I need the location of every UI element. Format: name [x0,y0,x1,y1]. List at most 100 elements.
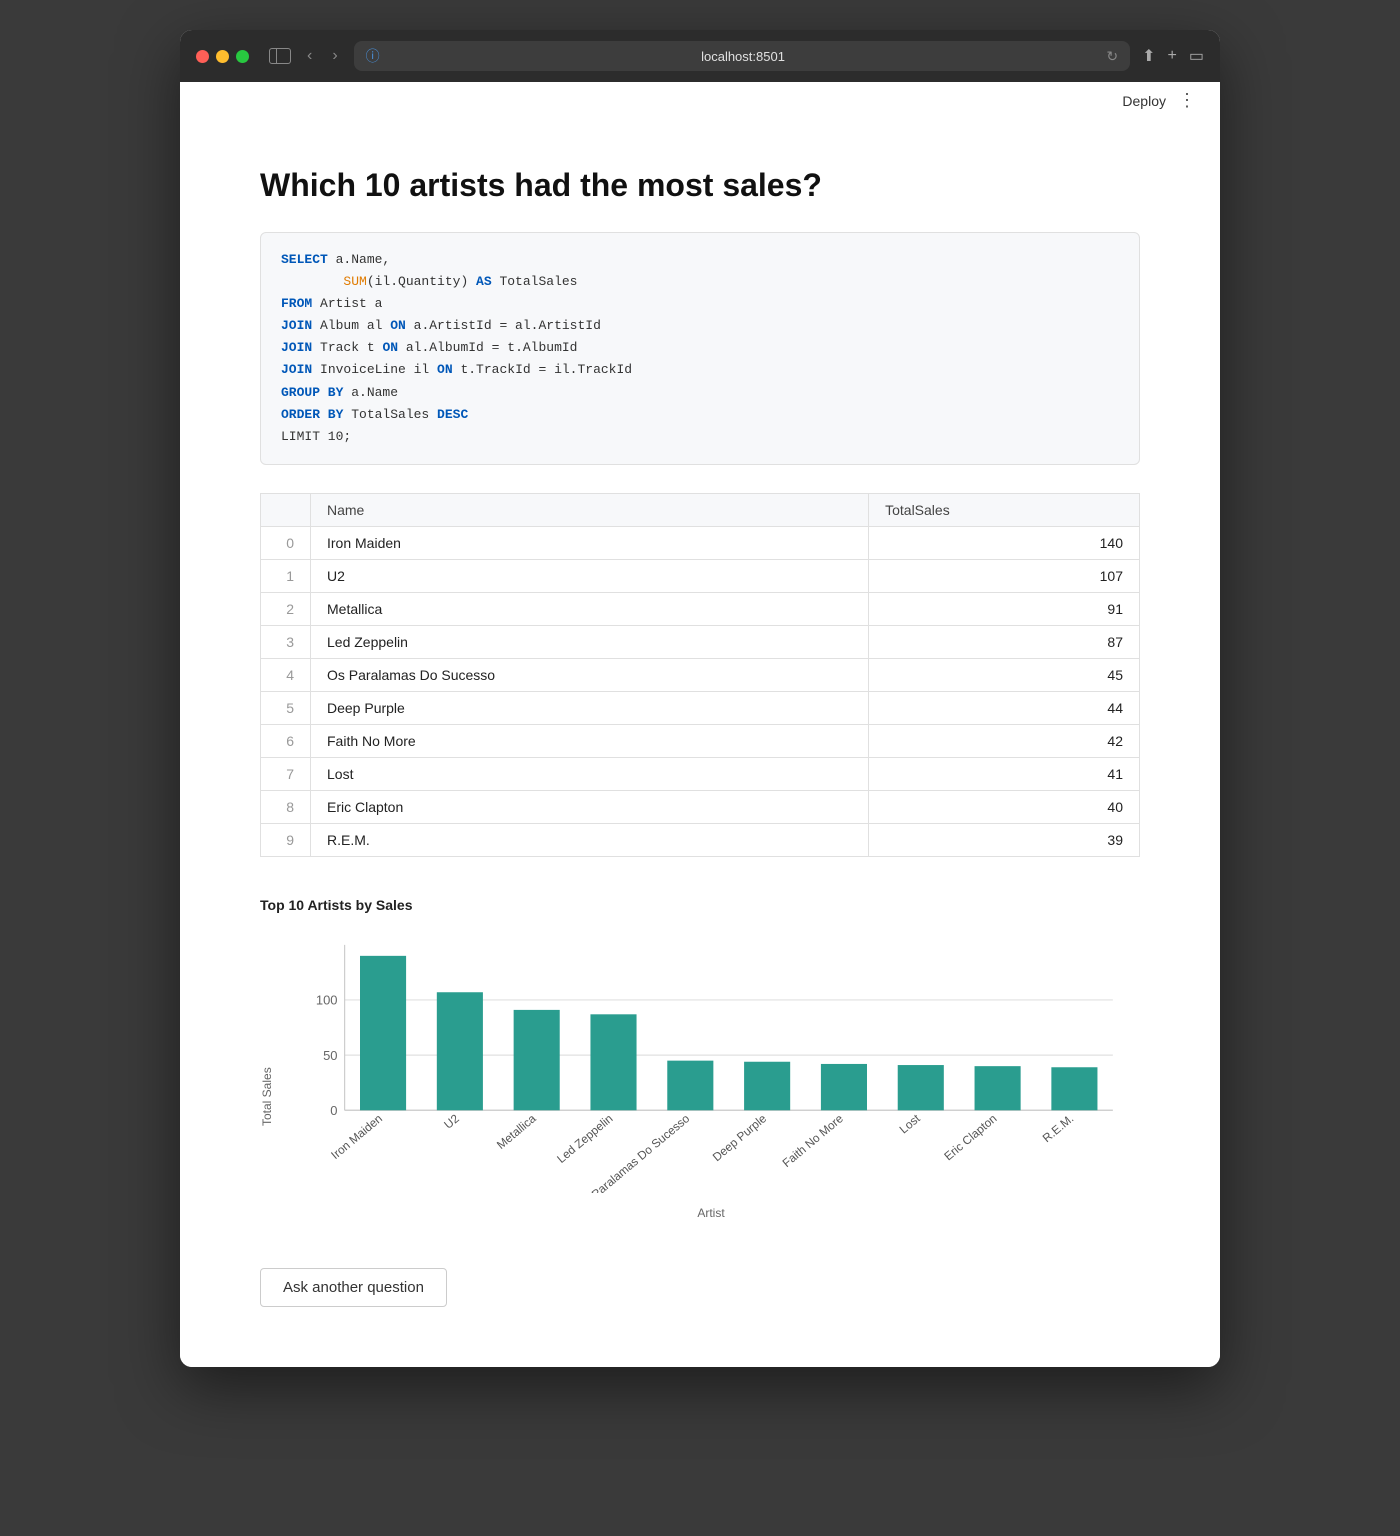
sql-line-1: SELECT a.Name, [281,249,1119,271]
table-cell-index: 4 [261,658,311,691]
bar [590,1014,636,1110]
chart-area: 050100Iron MaidenU2MetallicaLed Zeppelin… [282,933,1140,1220]
table-row: 5 Deep Purple 44 [261,691,1140,724]
svg-text:Led Zeppelin: Led Zeppelin [554,1111,615,1166]
chart-wrapper: Total Sales 050100Iron MaidenU2Metallica… [260,933,1140,1220]
address-bar[interactable]: ⓘ localhost:8501 ↻ [354,41,1130,71]
table-cell-name: Metallica [311,592,869,625]
traffic-lights [196,50,249,63]
table-cell-index: 7 [261,757,311,790]
share-button[interactable]: ⬆ [1142,46,1155,66]
close-button[interactable] [196,50,209,63]
bar [821,1064,867,1110]
table-row: 7 Lost 41 [261,757,1140,790]
bar [1051,1067,1097,1110]
table-col-name: Name [311,493,869,526]
y-axis-label: Total Sales [260,933,274,1220]
table-cell-sales: 39 [869,823,1140,856]
table-col-sales: TotalSales [869,493,1140,526]
sql-line-4: JOIN Album al ON a.ArtistId = al.ArtistI… [281,315,1119,337]
svg-text:50: 50 [323,1048,337,1063]
table-cell-name: Lost [311,757,869,790]
bar [667,1060,713,1110]
table-row: 9 R.E.M. 39 [261,823,1140,856]
table-row: 0 Iron Maiden 140 [261,526,1140,559]
bar [898,1065,944,1110]
table-cell-sales: 41 [869,757,1140,790]
ask-another-button[interactable]: Ask another question [260,1268,447,1307]
table-cell-index: 0 [261,526,311,559]
browser-window: ‹ › ⓘ localhost:8501 ↻ ⬆ + ▭ Deploy ⋮ Wh… [180,30,1220,1367]
bar [514,1010,560,1110]
svg-text:100: 100 [316,993,338,1008]
table-cell-sales: 45 [869,658,1140,691]
table-cell-name: Os Paralamas Do Sucesso [311,658,869,691]
deploy-button[interactable]: Deploy [1122,93,1166,109]
table-row: 4 Os Paralamas Do Sucesso 45 [261,658,1140,691]
table-cell-name: Eric Clapton [311,790,869,823]
svg-text:Metallica: Metallica [494,1111,539,1152]
svg-text:Deep Purple: Deep Purple [710,1111,770,1164]
table-cell-index: 9 [261,823,311,856]
security-icon: ⓘ [366,46,380,66]
svg-text:Lost: Lost [897,1111,924,1137]
browser-actions: ⬆ + ▭ [1142,46,1204,66]
sql-line-9: LIMIT 10; [281,426,1119,448]
svg-text:Iron Maiden: Iron Maiden [328,1111,385,1162]
table-row: 1 U2 107 [261,559,1140,592]
svg-text:0: 0 [330,1103,337,1118]
more-options-button[interactable]: ⋮ [1178,90,1196,111]
sql-line-3: FROM Artist a [281,293,1119,315]
tabs-button[interactable]: ▭ [1189,46,1204,66]
table-cell-name: Iron Maiden [311,526,869,559]
bar-chart-svg: 050100Iron MaidenU2MetallicaLed Zeppelin… [282,933,1140,1193]
forward-button[interactable]: › [328,45,341,67]
table-cell-index: 8 [261,790,311,823]
table-row: 2 Metallica 91 [261,592,1140,625]
table-cell-name: Faith No More [311,724,869,757]
table-row: 8 Eric Clapton 40 [261,790,1140,823]
new-tab-button[interactable]: + [1168,47,1177,65]
sql-line-8: ORDER BY TotalSales DESC [281,404,1119,426]
reload-button[interactable]: ↻ [1106,48,1118,65]
table-row: 6 Faith No More 42 [261,724,1140,757]
table-cell-sales: 140 [869,526,1140,559]
table-row: 3 Led Zeppelin 87 [261,625,1140,658]
back-button[interactable]: ‹ [303,45,316,67]
url-text: localhost:8501 [388,49,1099,64]
svg-text:Faith No More: Faith No More [780,1111,847,1170]
maximize-button[interactable] [236,50,249,63]
svg-text:R.E.M.: R.E.M. [1040,1111,1077,1145]
table-cell-index: 3 [261,625,311,658]
sql-line-7: GROUP BY a.Name [281,382,1119,404]
sql-line-5: JOIN Track t ON al.AlbumId = t.AlbumId [281,337,1119,359]
table-cell-index: 2 [261,592,311,625]
table-cell-sales: 91 [869,592,1140,625]
x-axis-label: Artist [282,1206,1140,1220]
table-header-row: Name TotalSales [261,493,1140,526]
table-cell-name: Led Zeppelin [311,625,869,658]
sql-line-2: SUM(il.Quantity) AS TotalSales [281,271,1119,293]
table-cell-index: 6 [261,724,311,757]
chart-section: Top 10 Artists by Sales Total Sales 0 50 1… [260,897,1140,1220]
bar [744,1062,790,1111]
bar [975,1066,1021,1110]
table-cell-sales: 40 [869,790,1140,823]
table-col-index [261,493,311,526]
svg-text:Eric Clapton: Eric Clapton [941,1111,999,1163]
table-cell-index: 5 [261,691,311,724]
page-title: Which 10 artists had the most sales? [260,167,1140,204]
sidebar-toggle[interactable] [269,48,291,64]
minimize-button[interactable] [216,50,229,63]
table-cell-name: Deep Purple [311,691,869,724]
sql-code-block: SELECT a.Name, SUM(il.Quantity) AS Total… [260,232,1140,465]
chart-title: Top 10 Artists by Sales [260,897,1140,913]
top-bar: Deploy ⋮ [180,82,1220,127]
table-cell-sales: 107 [869,559,1140,592]
bar [437,992,483,1110]
page-content: Which 10 artists had the most sales? SEL… [180,127,1220,1367]
table-cell-sales: 87 [869,625,1140,658]
data-table: Name TotalSales 0 Iron Maiden 140 1 U2 1… [260,493,1140,857]
sql-line-6: JOIN InvoiceLine il ON t.TrackId = il.Tr… [281,359,1119,381]
browser-chrome: ‹ › ⓘ localhost:8501 ↻ ⬆ + ▭ [180,30,1220,82]
